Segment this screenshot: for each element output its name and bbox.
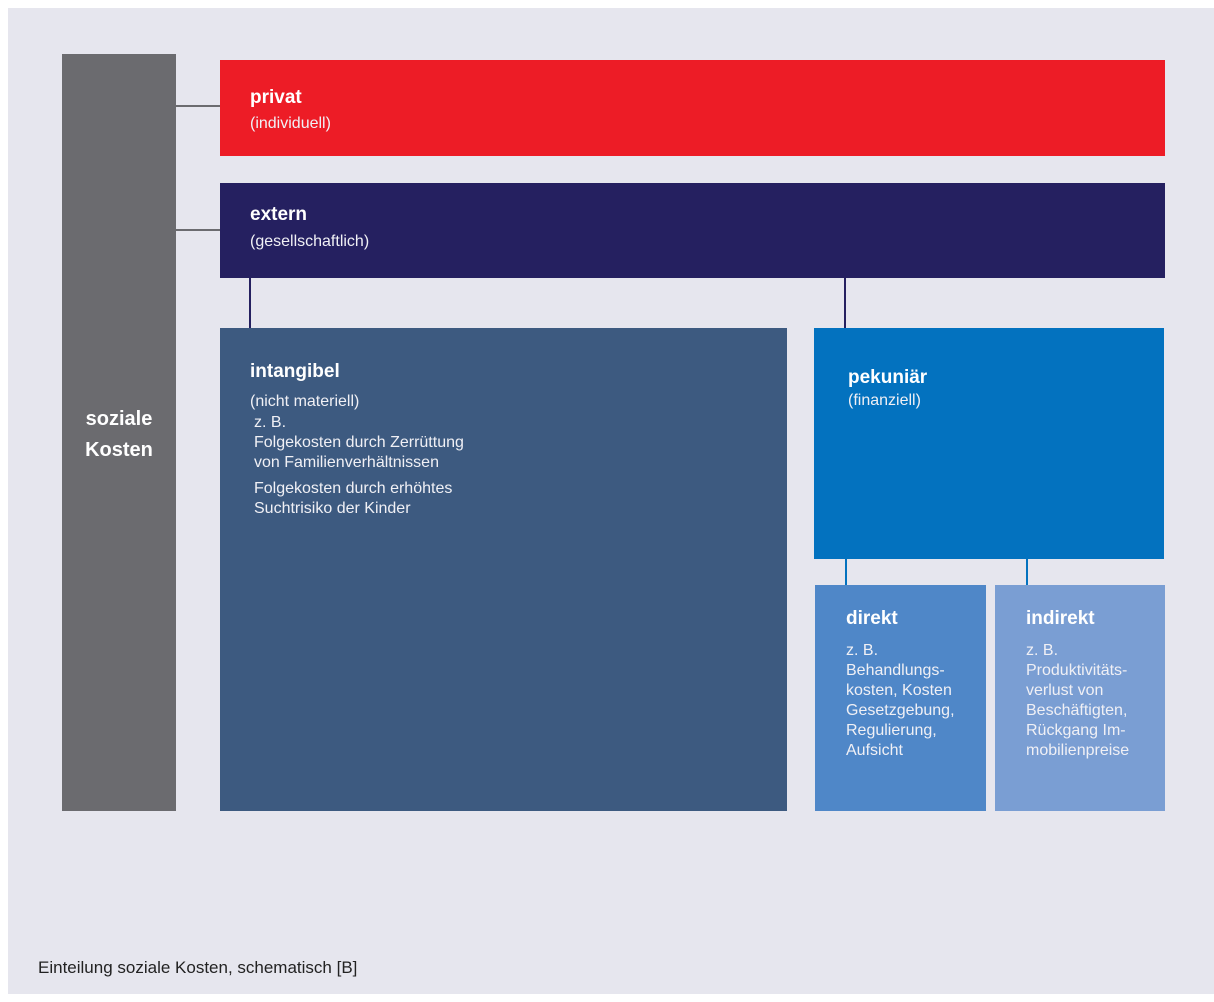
connector-extern-pekuniar (844, 278, 846, 328)
privat-subtitle: (individuell) (250, 115, 331, 132)
pekuniar-box: pekuniär (finanziell) (814, 328, 1164, 559)
sozial-label: soziale Kosten (62, 404, 176, 466)
intangibel-example1-line1: Folgekosten durch Zerrüttung (254, 434, 464, 451)
intangibel-examples: z. B. Folgekosten durch Zerrüttung von F… (254, 413, 787, 473)
indirekt-title: indirekt (1026, 608, 1095, 629)
extern-subtitle: (gesellschaftlich) (250, 233, 370, 250)
direkt-line: Regulierung, (846, 722, 937, 739)
direkt-line: Gesetzgebung, (846, 702, 955, 719)
indirekt-line: Beschäftigten, (1026, 702, 1128, 719)
direkt-title: direkt (846, 608, 898, 629)
pekuniar-subtitle: (finanziell) (848, 392, 921, 409)
intangibel-example2: Folgekosten durch erhöhtes Suchtrisiko d… (254, 479, 787, 519)
direkt-line: Behandlungs- (846, 662, 945, 679)
sozial-box: soziale Kosten (62, 54, 176, 811)
direkt-line: kosten, Kosten (846, 682, 952, 699)
intangibel-example1-line2: von Familienverhältnissen (254, 454, 439, 471)
privat-title: privat (250, 87, 302, 108)
direkt-line: Aufsicht (846, 742, 903, 759)
extern-box: extern (gesellschaftlich) (220, 183, 1165, 278)
intangibel-example2-line2: Suchtrisiko der Kinder (254, 500, 411, 517)
intangibel-subtitle: (nicht materiell) (250, 393, 360, 410)
sozial-label-line1: soziale (85, 408, 153, 430)
intangibel-example2-line1: Folgekosten durch erhöhtes (254, 480, 453, 497)
connector-extern-intangibel (249, 278, 251, 328)
indirekt-line: verlust von (1026, 682, 1104, 699)
connector-pekuniar-direkt (845, 559, 847, 585)
extern-title: extern (250, 204, 308, 225)
intangibel-title: intangibel (250, 361, 340, 382)
indirekt-line: Rückgang Im- (1026, 722, 1126, 739)
pekuniar-title: pekuniär (848, 367, 928, 388)
direkt-examples: z. B. Behandlungs- kosten, Kosten Gesetz… (846, 641, 986, 761)
sozial-label-line2: Kosten (85, 439, 153, 461)
indirekt-box: indirekt z. B. Produktivitäts- verlust v… (995, 585, 1165, 811)
figure-caption: Einteilung soziale Kosten, schematisch [… (38, 958, 358, 977)
connector-sozial-privat (176, 105, 220, 107)
direkt-box: direkt z. B. Behandlungs- kosten, Kosten… (815, 585, 986, 811)
indirekt-line: Produktivitäts- (1026, 662, 1128, 679)
privat-box: privat (individuell) (220, 60, 1165, 156)
indirekt-line: z. B. (1026, 642, 1059, 659)
indirekt-examples: z. B. Produktivitäts- verlust von Beschä… (1026, 641, 1165, 761)
intangibel-example-intro: z. B. (254, 414, 287, 431)
intangibel-box: intangibel (nicht materiell) z. B. Folge… (220, 328, 787, 811)
connector-pekuniar-indirekt (1026, 559, 1028, 585)
connector-sozial-extern (176, 229, 220, 231)
indirekt-line: mobilienpreise (1026, 742, 1130, 759)
direkt-line: z. B. (846, 642, 879, 659)
